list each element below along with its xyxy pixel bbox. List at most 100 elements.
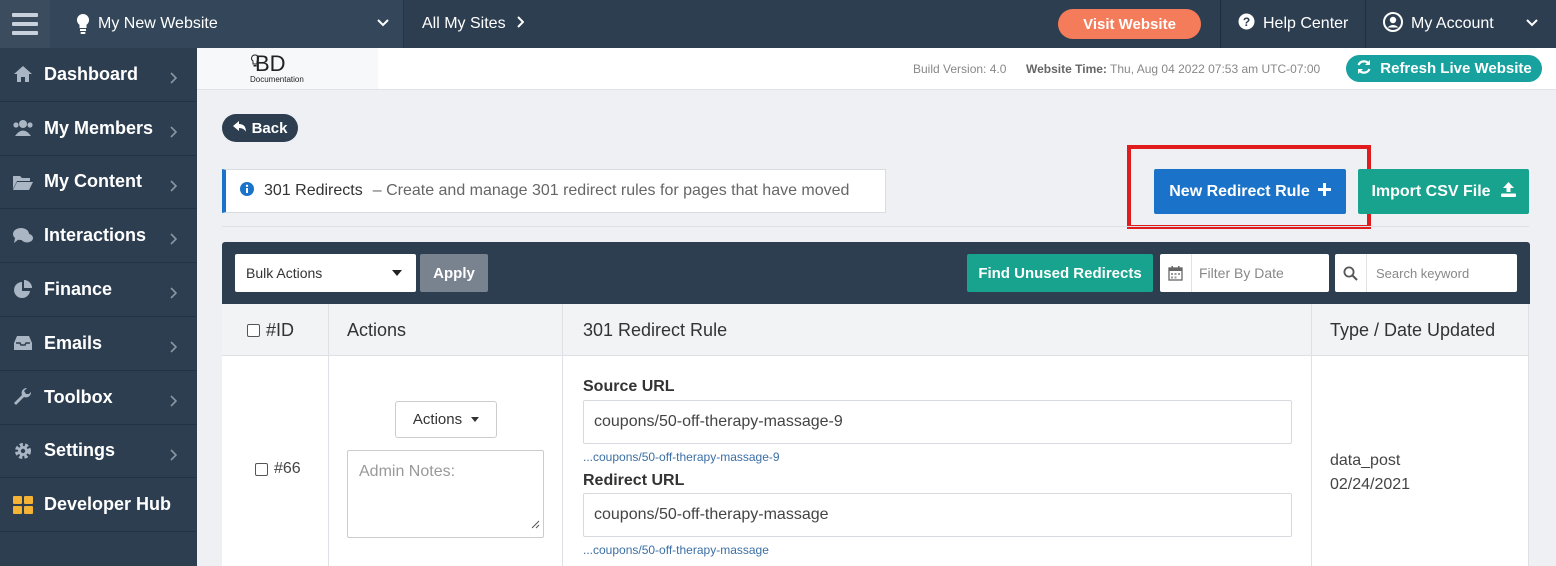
redirect-url-input[interactable]: coupons/50-off-therapy-massage <box>583 493 1292 537</box>
reply-arrow-icon <box>232 120 247 137</box>
divider <box>1220 0 1221 48</box>
back-button[interactable]: Back <box>222 114 298 142</box>
website-time-label: Website Time: <box>1026 62 1107 76</box>
sidebar-item-developer-hub[interactable]: Developer Hub <box>0 478 197 533</box>
search-keyword-placeholder: Search keyword <box>1376 265 1470 281</box>
page-info-box: 301 Redirects – Create and manage 301 re… <box>222 169 886 213</box>
row-actions-button[interactable]: Actions <box>395 401 497 438</box>
website-time: Website Time: Thu, Aug 04 2022 07:53 am … <box>1026 62 1320 76</box>
page-description: – Create and manage 301 redirect rules f… <box>372 182 850 199</box>
bulk-actions-label: Bulk Actions <box>246 265 323 281</box>
lightbulb-icon <box>72 13 94 35</box>
chevron-right-icon <box>170 391 178 412</box>
calendar-icon <box>1160 254 1192 292</box>
find-unused-redirects-button[interactable]: Find Unused Redirects <box>967 254 1153 292</box>
all-sites-link[interactable]: All My Sites <box>404 15 524 33</box>
divider <box>1365 0 1366 48</box>
source-url-link[interactable]: ...coupons/50-off-therapy-massage-9 <box>583 450 780 464</box>
gear-icon <box>12 441 34 461</box>
select-all-checkbox[interactable] <box>247 323 260 337</box>
header-actions: Actions <box>347 319 407 340</box>
source-url-input[interactable]: coupons/50-off-therapy-massage-9 <box>583 400 1292 444</box>
build-version: Build Version: 4.0 <box>913 62 1007 76</box>
row-id: #66 <box>274 460 301 477</box>
sidebar-item-label: Interactions <box>44 225 147 246</box>
sidebar-item-label: My Members <box>44 117 154 138</box>
users-icon <box>12 118 34 138</box>
chevron-right-icon <box>516 15 524 33</box>
row-type: data_post <box>1330 452 1401 469</box>
sidebar-item-label: Dashboard <box>44 63 139 84</box>
sidebar-item-label: Emails <box>44 332 103 353</box>
header-redirect-rule: 301 Redirect Rule <box>583 319 728 340</box>
redirect-url-link[interactable]: ...coupons/50-off-therapy-massage <box>583 543 769 557</box>
source-url-label: Source URL <box>583 378 675 395</box>
back-label: Back <box>251 119 288 137</box>
redirects-table: #ID Actions 301 Redirect Rule Type / Dat… <box>222 304 1529 566</box>
refresh-live-website-button[interactable]: Refresh Live Website <box>1346 55 1542 82</box>
sidebar-item-label: Settings <box>44 440 116 461</box>
chevron-right-icon <box>170 68 178 89</box>
import-csv-label: Import CSV File <box>1371 182 1491 200</box>
help-center-link[interactable]: ? Help Center <box>1238 0 1348 48</box>
top-navbar: My New Website All My Sites Visit Websit… <box>0 0 1556 48</box>
logo[interactable]: BD Documentation <box>197 48 378 89</box>
question-circle-icon: ? <box>1238 13 1255 35</box>
help-center-label: Help Center <box>1263 15 1349 32</box>
comments-icon <box>12 226 34 246</box>
site-selector[interactable]: My New Website <box>50 0 404 48</box>
caret-down-icon <box>392 270 402 276</box>
column-divider <box>562 304 563 566</box>
chevron-right-icon <box>170 445 178 466</box>
my-account-label: My Account <box>1411 15 1494 32</box>
sidebar-item-toolbox[interactable]: Toolbox <box>0 371 197 425</box>
apply-button[interactable]: Apply <box>420 254 488 292</box>
refresh-label: Refresh Live Website <box>1380 60 1532 77</box>
my-account-menu[interactable]: My Account <box>1383 0 1538 48</box>
chevron-right-icon <box>170 337 178 358</box>
row-id-cell: #66 <box>255 460 301 478</box>
import-csv-button[interactable]: Import CSV File <box>1358 169 1529 214</box>
sidebar-item-settings[interactable]: Settings <box>0 425 197 479</box>
table-toolbar: Bulk Actions Apply Find Unused Redirects… <box>222 242 1530 304</box>
filter-date-placeholder: Filter By Date <box>1199 265 1284 281</box>
chevron-right-icon <box>170 229 178 250</box>
grid-icon <box>12 495 34 515</box>
all-sites-label: All My Sites <box>422 15 506 32</box>
admin-notes-placeholder: Admin Notes: <box>359 463 456 480</box>
divider <box>222 226 1529 227</box>
sidebar-item-interactions[interactable]: Interactions <box>0 209 197 264</box>
header-type-date: Type / Date Updated <box>1330 319 1496 340</box>
sidebar-item-dashboard[interactable]: Dashboard <box>0 48 197 102</box>
row-checkbox[interactable] <box>255 462 268 476</box>
sidebar-item-label: Toolbox <box>44 386 113 407</box>
header-id-label: #ID <box>266 319 295 340</box>
svg-text:?: ? <box>1243 15 1250 29</box>
sidebar-item-my-content[interactable]: My Content <box>0 156 197 210</box>
sidebar-item-my-members[interactable]: My Members <box>0 102 197 156</box>
chevron-down-icon <box>1525 15 1538 34</box>
sidebar-item-finance[interactable]: Finance <box>0 263 197 317</box>
table-header-row: #ID Actions 301 Redirect Rule Type / Dat… <box>222 304 1529 356</box>
redirect-url-label: Redirect URL <box>583 472 685 489</box>
site-name: My New Website <box>98 15 218 32</box>
filter-date-input[interactable]: Filter By Date <box>1160 254 1329 292</box>
admin-notes-textarea[interactable]: Admin Notes: <box>347 450 544 538</box>
chevron-right-icon <box>170 176 178 197</box>
refresh-icon <box>1356 59 1372 79</box>
hamburger-menu-icon[interactable] <box>0 0 50 48</box>
chevron-right-icon <box>170 283 178 304</box>
user-circle-icon <box>1383 11 1403 37</box>
visit-website-button[interactable]: Visit Website <box>1058 9 1201 39</box>
chevron-down-icon <box>377 15 389 34</box>
page-title: 301 Redirects <box>264 182 363 199</box>
caret-down-icon <box>471 417 480 422</box>
bulk-actions-select[interactable]: Bulk Actions <box>235 254 416 292</box>
sidebar-item-emails[interactable]: Emails <box>0 317 197 371</box>
column-divider <box>328 304 329 566</box>
search-keyword-input[interactable]: Search keyword <box>1335 254 1517 292</box>
inbox-icon <box>12 333 34 353</box>
column-divider <box>1528 304 1529 566</box>
sidebar-item-label: Developer Hub <box>44 494 172 515</box>
resize-grip-icon[interactable] <box>531 516 540 534</box>
